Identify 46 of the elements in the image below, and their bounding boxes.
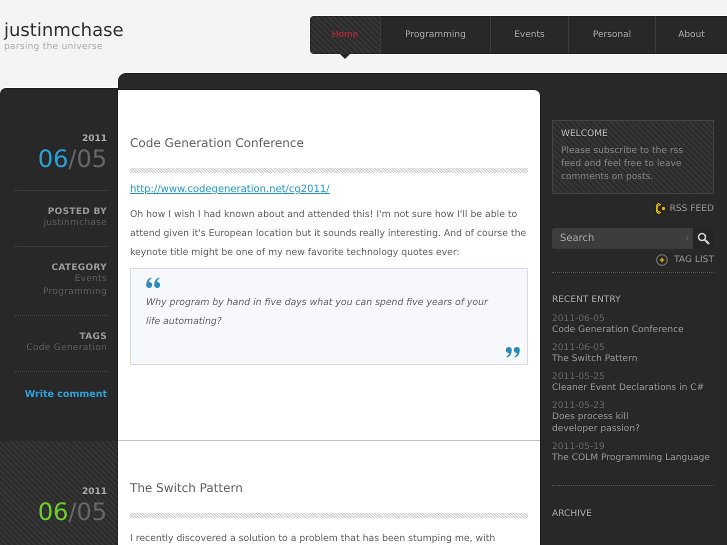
welcome-title: WELCOME [561,129,609,139]
entry-link[interactable]: Cleaner Event Declarations in C# [552,382,714,394]
close-quote-icon [505,347,520,358]
post-year: 2011 [80,134,107,144]
section-heading: RECENT ENTRY [552,295,622,305]
post-text: Oh how I wish I had known about and attended this! I'm not sure how I'll be able to attend given it's European location but it sounds really interesting. And of course the keynote title might be one of my new favorite technology quotes ever: [130,208,528,260]
date-day: /05 [68,497,107,527]
site-tagline: parsing the universe [4,42,103,52]
entry-date: 2011-05-19 [552,442,606,452]
search-icon [697,232,710,245]
welcome-text: Please subscribe to the rss feed and feel free to leave comments on posts. [561,145,684,184]
site-title[interactable]: justinmchase [4,20,124,42]
caret-icon [685,228,693,249]
meta-heading: POSTED BY [48,207,107,217]
entry-link[interactable]: Does process kill developer passion? [552,411,662,435]
entry-date: 2011-05-25 [552,372,606,382]
nav-tab[interactable]: Events [490,16,568,54]
rss-icon [656,203,666,214]
entry-date: 2011-05-23 [552,401,606,411]
open-quote-icon [146,277,161,288]
write-comment-link[interactable]: Write comment [24,389,107,400]
nav-tab[interactable]: About [655,16,727,54]
entry-link[interactable]: Code Generation Conference [552,324,714,336]
entry-link[interactable]: The COLM Programming Language [552,452,714,464]
post-year: 2011 [80,487,107,497]
plus-circle-icon [656,254,668,266]
tag-list-link[interactable]: TAG LIST [674,255,714,265]
post-text: I recently discovered a solution to a problem that has been stumping me, with [130,532,496,545]
post-title[interactable]: Code Generation Conference [130,134,528,152]
nav-tab[interactable]: Personal [568,16,655,54]
meta-heading: CATEGORY [51,263,107,273]
meta-heading: TAGS [80,332,107,342]
date-month: 06 [38,497,68,527]
nav-tab[interactable]: Programming [380,16,490,54]
entry-date: 2011-06-05 [552,343,606,353]
entry-date: 2011-06-05 [552,314,606,324]
quote-text: Why program by hand in five days what you can spend five years of your life automating? [146,296,490,329]
search-field[interactable]: Search [552,228,685,249]
date-day: /05 [68,144,107,174]
active-pointer-icon [340,54,350,59]
section-heading: ARCHIVE [552,509,593,519]
rss-feed-link[interactable]: RSS FEED [670,204,714,214]
post-title[interactable]: The Switch Pattern [130,479,528,497]
date-month: 06 [38,144,68,174]
entry-link[interactable]: The Switch Pattern [552,353,714,365]
post-link[interactable]: http://www.codegeneration.net/cg2011/ [130,184,330,195]
